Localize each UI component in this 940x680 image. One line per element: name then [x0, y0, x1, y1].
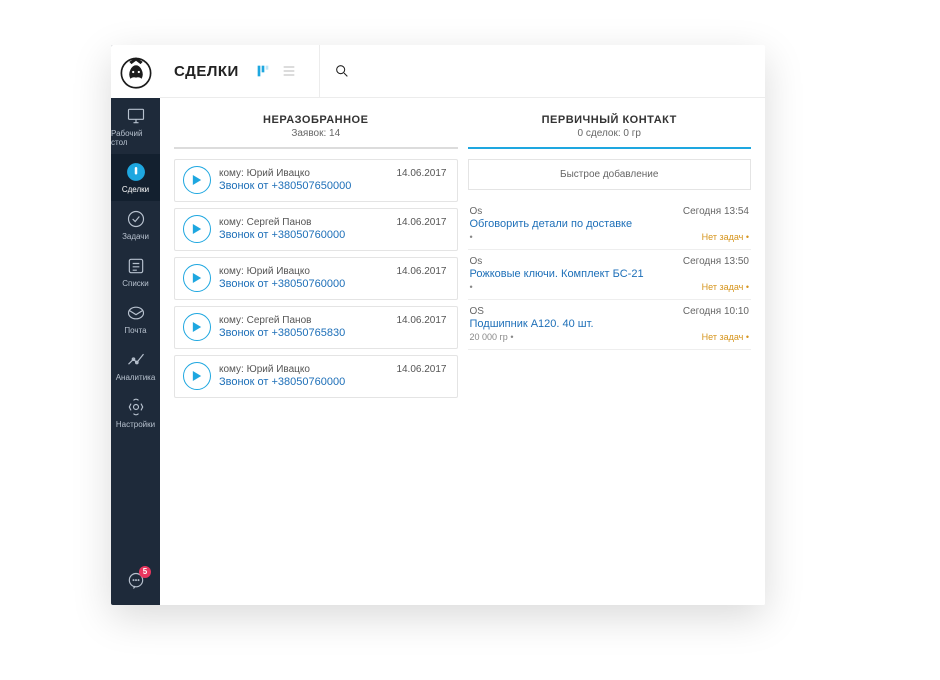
call-date: 14.06.2017 [396, 217, 446, 228]
sidebar-item-label: Списки [122, 279, 149, 288]
sidebar-item-lists[interactable]: Списки [111, 248, 160, 295]
analytics-icon [126, 350, 146, 370]
deal-title[interactable]: Рожковые ключи. Комплект БС-21 [470, 268, 750, 280]
sidebar: Рабочий стол Сделки Задачи Списки [111, 45, 160, 605]
column-unsorted: НЕРАЗОБРАННОЕ Заявок: 14 кому: Юрий Ивац… [174, 108, 458, 595]
call-date: 14.06.2017 [396, 364, 446, 375]
topbar: СДЕЛКИ [160, 45, 765, 98]
play-button[interactable] [183, 313, 211, 341]
column-primary-contact: ПЕРВИЧНЫЙ КОНТАКТ 0 сделок: 0 гр Быстрое… [468, 108, 752, 595]
sidebar-item-desktop[interactable]: Рабочий стол [111, 98, 160, 154]
call-card[interactable]: кому: Юрий Ивацко 14.06.2017 Звонок от +3… [174, 355, 458, 398]
deals-icon [126, 162, 146, 182]
deal-author: Os [470, 206, 483, 217]
deal-author: OS [470, 306, 484, 317]
play-button[interactable] [183, 166, 211, 194]
desktop-icon [126, 106, 146, 126]
lists-icon [126, 256, 146, 276]
list-view-icon[interactable] [281, 63, 297, 79]
kanban-view-icon[interactable] [255, 63, 271, 79]
deal-no-task: Нет задач [702, 282, 749, 292]
play-button[interactable] [183, 264, 211, 292]
pipeline-columns: НЕРАЗОБРАННОЕ Заявок: 14 кому: Юрий Ивац… [160, 98, 765, 605]
call-link[interactable]: Звонок от +38050760000 [219, 278, 447, 290]
sidebar-item-mail[interactable]: Почта [111, 295, 160, 342]
deal-time: Сегодня 13:50 [683, 256, 749, 267]
call-link[interactable]: Звонок от +380507650000 [219, 180, 447, 192]
column-title: ПЕРВИЧНЫЙ КОНТАКТ [468, 114, 752, 126]
call-date: 14.06.2017 [396, 315, 446, 326]
view-switcher [255, 63, 297, 79]
content: СДЕЛКИ НЕРАЗОБРАННОЕ Заявок: 14 [160, 45, 765, 605]
sidebar-item-analytics[interactable]: Аналитика [111, 342, 160, 389]
call-link[interactable]: Звонок от +38050760000 [219, 229, 447, 241]
tasks-icon [126, 209, 146, 229]
quick-add-button[interactable]: Быстрое добавление [468, 159, 752, 190]
call-to: кому: Сергей Панов [219, 315, 311, 326]
deal-author: Os [470, 256, 483, 267]
deal-amount: • [470, 232, 473, 242]
call-card[interactable]: кому: Сергей Панов 14.06.2017 Звонок от +… [174, 208, 458, 251]
deal-time: Сегодня 13:54 [683, 206, 749, 217]
call-card[interactable]: кому: Юрий Ивацко 14.06.2017 Звонок от +3… [174, 257, 458, 300]
deal-title[interactable]: Обговорить детали по доставке [470, 218, 750, 230]
column-header: ПЕРВИЧНЫЙ КОНТАКТ 0 сделок: 0 гр [468, 108, 752, 149]
column-subtitle: 0 сделок: 0 гр [468, 128, 752, 139]
column-title: НЕРАЗОБРАННОЕ [174, 114, 458, 126]
app-window: Рабочий стол Сделки Задачи Списки [111, 45, 765, 605]
sidebar-item-label: Задачи [122, 232, 149, 241]
column-header: НЕРАЗОБРАННОЕ Заявок: 14 [174, 108, 458, 149]
sidebar-item-settings[interactable]: Настройки [111, 389, 160, 436]
call-link[interactable]: Звонок от +38050765830 [219, 327, 447, 339]
search-icon [334, 63, 350, 79]
deal-title[interactable]: Подшипник А120. 40 шт. [470, 318, 750, 330]
column-subtitle: Заявок: 14 [174, 128, 458, 139]
play-button[interactable] [183, 362, 211, 390]
deal-time: Сегодня 10:10 [683, 306, 749, 317]
deal-card[interactable]: Os Сегодня 13:50 Рожковые ключи. Комплект… [468, 250, 752, 300]
sidebar-item-label: Настройки [116, 420, 155, 429]
lion-crest-icon [118, 54, 154, 90]
play-button[interactable] [183, 215, 211, 243]
deal-card[interactable]: Os Сегодня 13:54 Обговорить детали по дос… [468, 200, 752, 250]
call-card[interactable]: кому: Юрий Ивацко 14.06.2017 Звонок от +3… [174, 159, 458, 202]
search[interactable] [319, 45, 765, 97]
call-to: кому: Сергей Панов [219, 217, 311, 228]
call-date: 14.06.2017 [396, 168, 446, 179]
call-to: кому: Юрий Ивацко [219, 266, 310, 277]
sidebar-item-deals[interactable]: Сделки [111, 154, 160, 201]
deal-amount: 20 000 гр • [470, 332, 514, 342]
messages-badge: 5 [139, 566, 151, 578]
sidebar-item-tasks[interactable]: Задачи [111, 201, 160, 248]
call-to: кому: Юрий Ивацко [219, 364, 310, 375]
sidebar-item-label: Почта [124, 326, 146, 335]
call-card[interactable]: кому: Сергей Панов 14.06.2017 Звонок от +… [174, 306, 458, 349]
page-title: СДЕЛКИ [160, 63, 239, 80]
deal-card[interactable]: OS Сегодня 10:10 Подшипник А120. 40 шт. 2… [468, 300, 752, 350]
mail-icon [126, 303, 146, 323]
call-date: 14.06.2017 [396, 266, 446, 277]
deal-no-task: Нет задач [702, 232, 749, 242]
call-link[interactable]: Звонок от +38050760000 [219, 376, 447, 388]
sidebar-item-messages[interactable]: 5 [111, 559, 160, 605]
main-area: Рабочий стол Сделки Задачи Списки [111, 45, 765, 605]
sidebar-item-label: Аналитика [116, 373, 156, 382]
call-to: кому: Юрий Ивацко [219, 168, 310, 179]
sidebar-item-label: Рабочий стол [111, 129, 160, 147]
deal-amount: • [470, 282, 473, 292]
sidebar-item-label: Сделки [122, 185, 149, 194]
settings-icon [126, 397, 146, 417]
logo [111, 45, 160, 98]
deal-no-task: Нет задач [702, 332, 749, 342]
